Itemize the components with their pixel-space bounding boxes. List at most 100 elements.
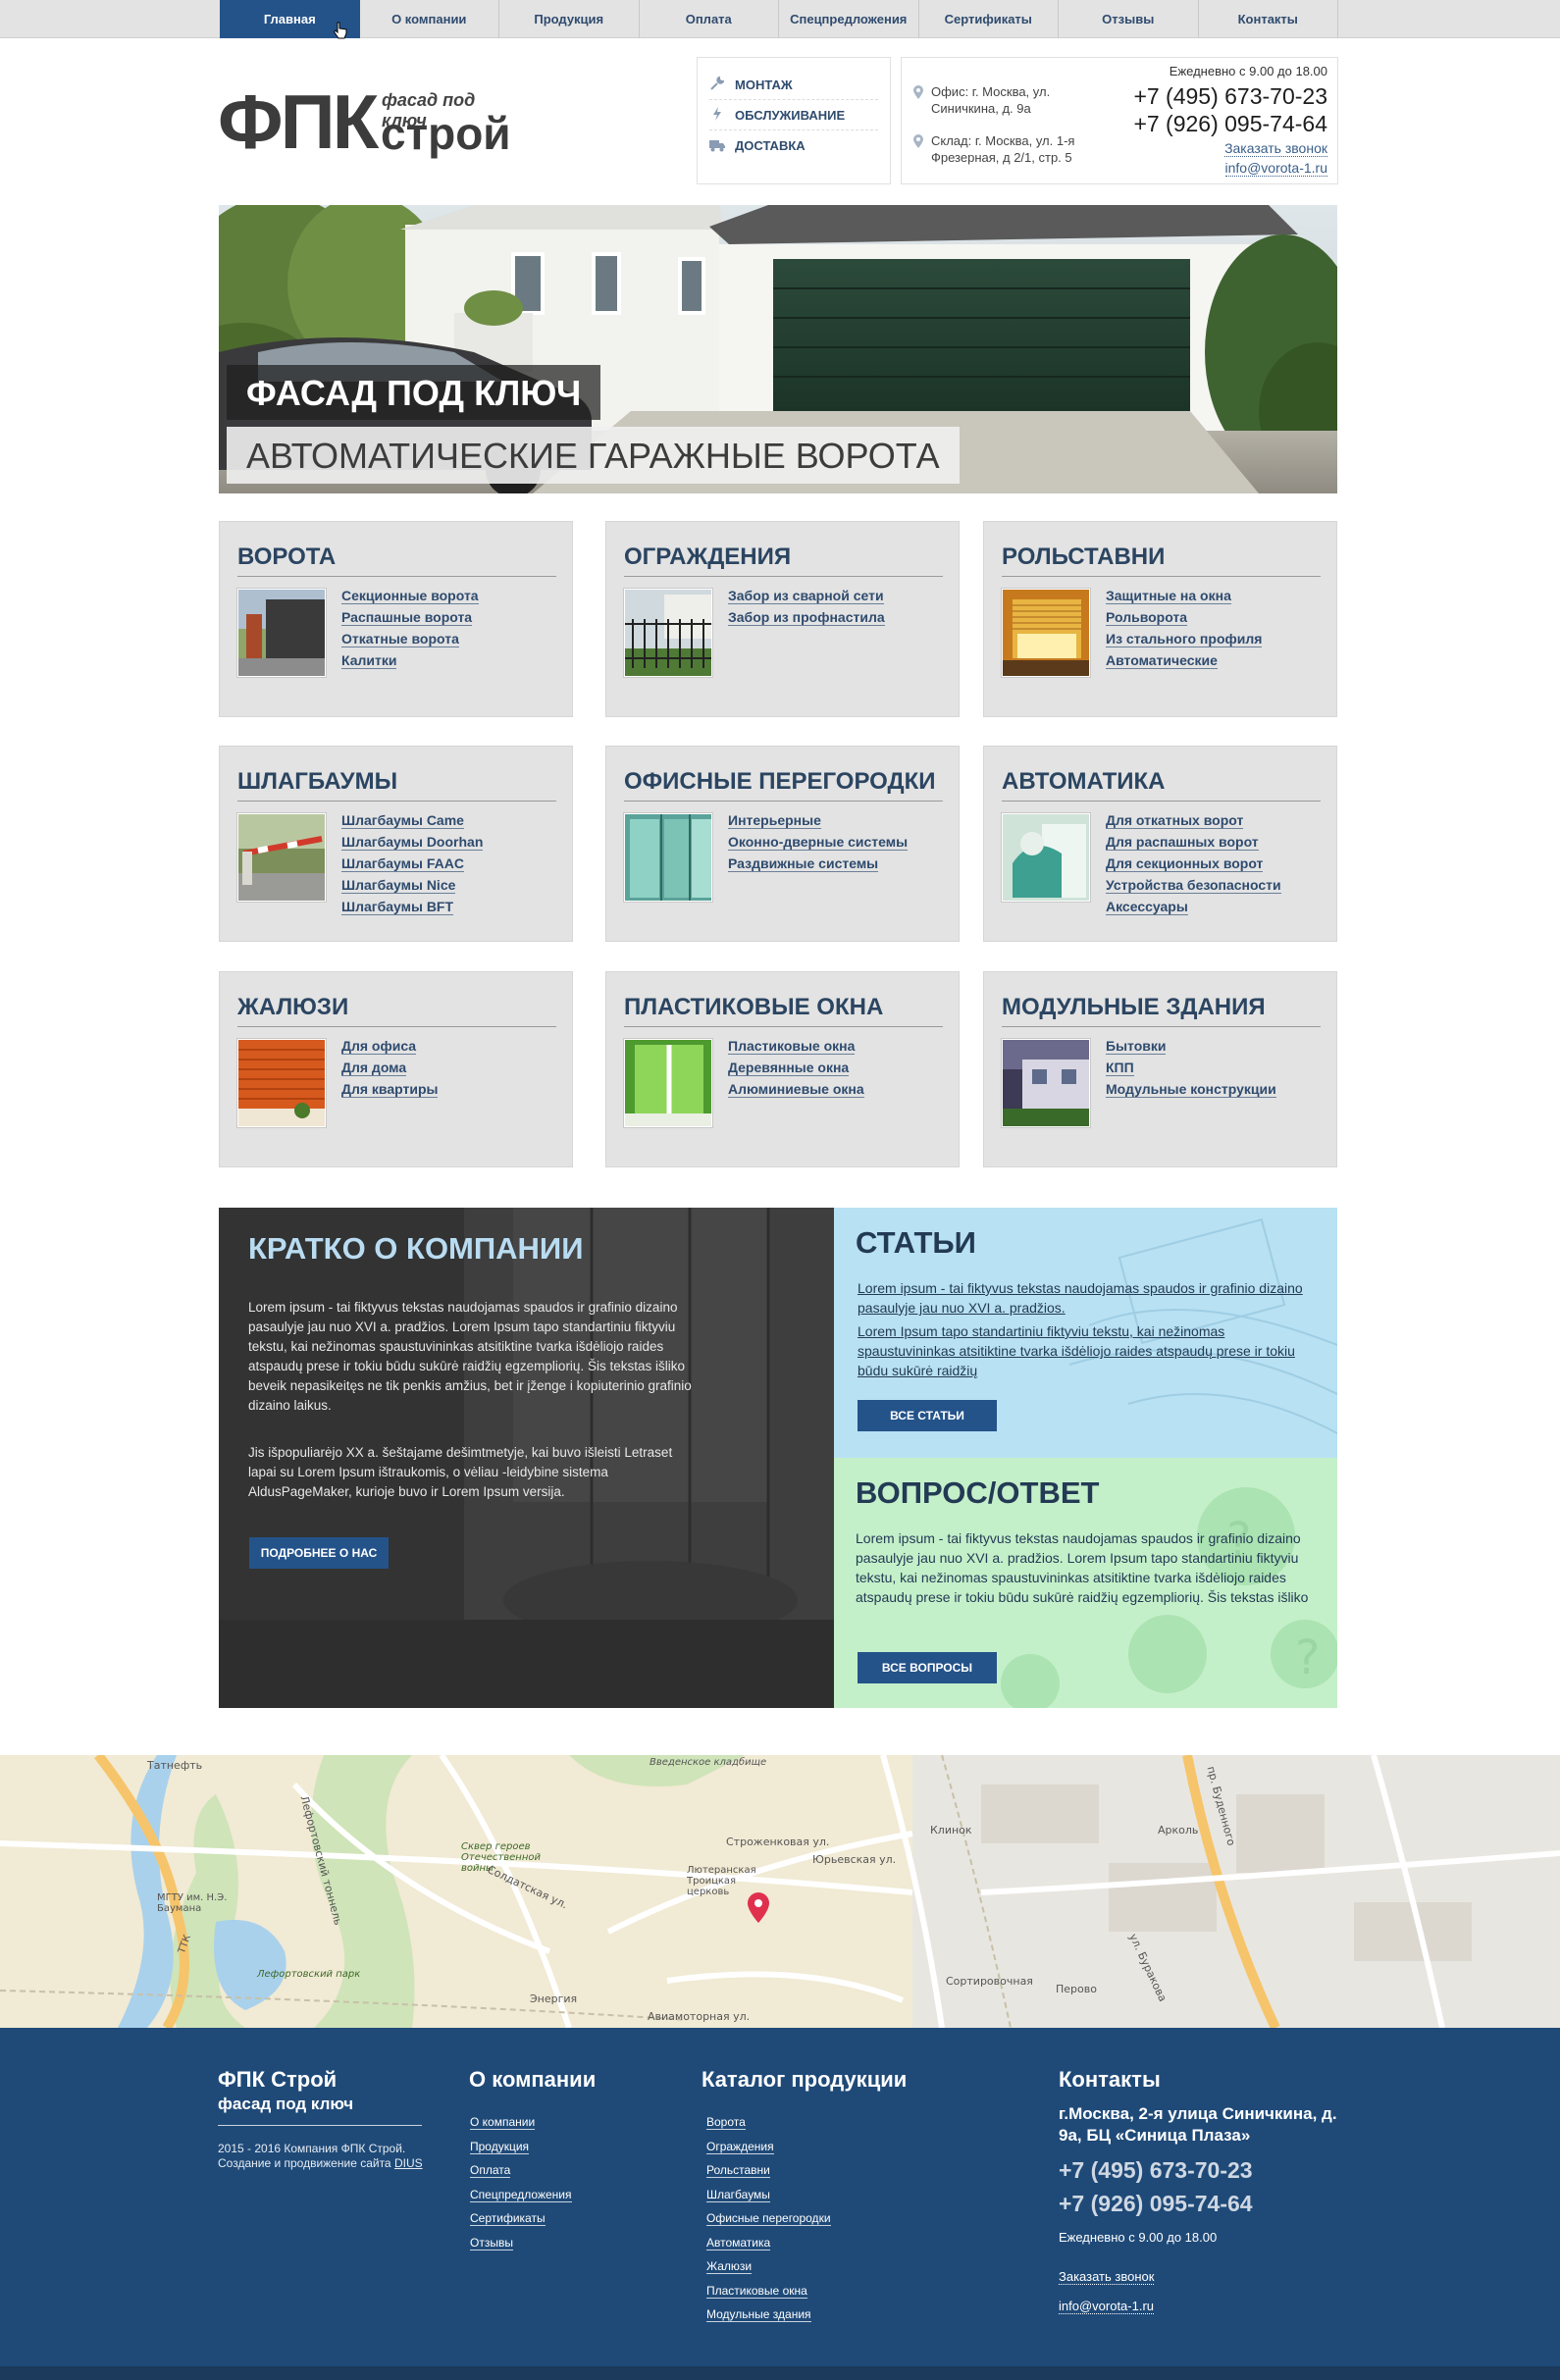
map-label: Энергия: [530, 1992, 578, 2005]
category-link[interactable]: Шлагбаумы Doorhan: [341, 831, 484, 853]
map-label: Лефортовский парк: [257, 1969, 361, 1980]
footer-link[interactable]: О компании: [470, 2110, 572, 2135]
service-installation[interactable]: МОНТАЖ: [709, 70, 878, 100]
category-link[interactable]: Шлагбаумы Nice: [341, 874, 483, 896]
category-link[interactable]: Шлагбаумы Came: [341, 809, 483, 831]
category-link[interactable]: КПП: [1106, 1057, 1276, 1078]
category-link[interactable]: Шлагбаумы FAAC: [341, 853, 483, 874]
email-link[interactable]: info@vorota-1.ru: [1224, 160, 1327, 177]
category-link[interactable]: Для распашных ворот: [1106, 831, 1281, 853]
phone-primary[interactable]: +7 (495) 673-70-23: [1133, 83, 1327, 110]
category-title[interactable]: ШЛАГБАУМЫ: [237, 764, 556, 802]
footer-link[interactable]: Рольставни: [706, 2158, 831, 2183]
category-image-gates[interactable]: [237, 589, 326, 677]
category-link[interactable]: Устройства безопасности: [1106, 874, 1281, 896]
category-title[interactable]: РОЛЬСТАВНИ: [1002, 540, 1321, 577]
category-link[interactable]: Забор из профнастила: [728, 606, 885, 628]
category-link[interactable]: Распашные ворота: [341, 606, 479, 628]
category-link[interactable]: Защитные на окна: [1106, 585, 1262, 606]
category-link[interactable]: Для офиса: [341, 1035, 438, 1057]
category-title[interactable]: ОГРАЖДЕНИЯ: [624, 540, 943, 577]
category-link[interactable]: Бытовки: [1106, 1035, 1276, 1057]
footer-link[interactable]: Жалюзи: [706, 2254, 831, 2279]
category-title[interactable]: МОДУЛЬНЫЕ ЗДАНИЯ: [1002, 990, 1321, 1027]
footer-link[interactable]: Спецпредложения: [470, 2183, 572, 2207]
footer-request-call-link[interactable]: Заказать звонок: [1059, 2269, 1155, 2285]
nav-item-contacts[interactable]: Контакты: [1199, 0, 1338, 38]
category-image-shutters[interactable]: [1002, 589, 1090, 677]
nav-item-reviews[interactable]: Отзывы: [1059, 0, 1199, 38]
service-delivery-label: ДОСТАВКА: [735, 138, 806, 153]
footer-copyright: 2015 - 2016 Компания ФПК Строй. Создание…: [218, 2142, 423, 2171]
category-title[interactable]: ВОРОТА: [237, 540, 556, 577]
phone-secondary[interactable]: +7 (926) 095-74-64: [1133, 111, 1327, 137]
footer-link[interactable]: Шлагбаумы: [706, 2183, 831, 2207]
category-title[interactable]: ОФИСНЫЕ ПЕРЕГОРОДКИ: [624, 764, 943, 802]
footer-phone-secondary[interactable]: +7 (926) 095-74-64: [1059, 2191, 1253, 2217]
all-questions-button[interactable]: ВСЕ ВОПРОСЫ: [858, 1652, 997, 1683]
footer-link[interactable]: Продукция: [470, 2135, 572, 2159]
service-maintenance-label: ОБСЛУЖИВАНИЕ: [735, 107, 846, 123]
footer-link[interactable]: Автоматика: [706, 2231, 831, 2255]
footer-link[interactable]: Сертификаты: [470, 2206, 572, 2231]
footer-phone-primary[interactable]: +7 (495) 673-70-23: [1059, 2157, 1253, 2184]
footer-link[interactable]: Модульные здания: [706, 2302, 831, 2327]
warehouse-address: Склад: г. Москва, ул. 1-я Фрезерная, д 2…: [911, 132, 1118, 166]
footer-link[interactable]: Офисные перегородки: [706, 2206, 831, 2231]
nav-item-products[interactable]: Продукция: [499, 0, 640, 38]
category-image-blinds[interactable]: [237, 1039, 326, 1127]
category-title[interactable]: ПЛАСТИКОВЫЕ ОКНА: [624, 990, 943, 1027]
service-maintenance[interactable]: ОБСЛУЖИВАНИЕ: [709, 100, 878, 130]
all-articles-button[interactable]: ВСЕ СТАТЬИ: [858, 1400, 997, 1431]
nav-item-payment[interactable]: Оплата: [640, 0, 779, 38]
more-about-button[interactable]: ПОДРОБНЕЕ О НАС: [249, 1537, 389, 1569]
footer-email-link[interactable]: info@vorota-1.ru: [1059, 2299, 1155, 2314]
category-link[interactable]: Интерьерные: [728, 809, 908, 831]
category-image-modular-buildings[interactable]: [1002, 1039, 1090, 1127]
category-links: Секционные ворота Распашные ворота Откат…: [341, 585, 479, 671]
location-map[interactable]: Татнефть МГТУ им. Н.Э. Баумана Лефортовс…: [0, 1755, 1560, 2028]
article-link[interactable]: Lorem ipsum - tai fiktyvus tekstas naudo…: [858, 1278, 1309, 1318]
nav-item-special-offers[interactable]: Спецпредложения: [779, 0, 919, 38]
category-link[interactable]: Пластиковые окна: [728, 1035, 864, 1057]
category-image-office-partitions[interactable]: [624, 813, 712, 902]
category-link[interactable]: Откатные ворота: [341, 628, 479, 649]
site-logo[interactable]: ФПК фасад под ключ строй: [218, 82, 512, 171]
request-call-link[interactable]: Заказать звонок: [1224, 140, 1327, 157]
category-link[interactable]: Для секционных ворот: [1106, 853, 1281, 874]
footer-link[interactable]: Ворота: [706, 2110, 831, 2135]
footer-link[interactable]: Пластиковые окна: [706, 2279, 831, 2303]
category-link[interactable]: Для квартиры: [341, 1078, 439, 1100]
category-link[interactable]: Для откатных ворот: [1106, 809, 1281, 831]
nav-item-about[interactable]: О компании: [360, 0, 499, 38]
category-link[interactable]: Забор из сварной сети: [728, 585, 885, 606]
category-image-plastic-windows[interactable]: [624, 1039, 712, 1127]
category-link[interactable]: Секционные ворота: [341, 585, 479, 606]
map-label: Строженковая ул.: [726, 1836, 830, 1848]
category-link[interactable]: Автоматические: [1106, 649, 1262, 671]
developer-link[interactable]: DIUS: [394, 2156, 423, 2170]
category-link[interactable]: Калитки: [341, 649, 479, 671]
category-link[interactable]: Оконно-дверные системы: [728, 831, 909, 853]
office-address-text: Офис: г. Москва, ул. Синичкина, д. 9а: [931, 84, 1051, 116]
category-link[interactable]: Рольворота: [1106, 606, 1262, 628]
category-title[interactable]: АВТОМАТИКА: [1002, 764, 1321, 802]
category-link[interactable]: Из стального профиля: [1106, 628, 1263, 649]
service-delivery[interactable]: ДОСТАВКА: [709, 130, 878, 161]
category-link[interactable]: Аксессуары: [1106, 896, 1281, 917]
category-image-barriers[interactable]: [237, 813, 326, 902]
footer-link[interactable]: Оплата: [470, 2158, 572, 2183]
category-link[interactable]: Алюминиевые окна: [728, 1078, 864, 1100]
category-link[interactable]: Шлагбаумы BFT: [341, 896, 483, 917]
category-link[interactable]: Деревянные окна: [728, 1057, 864, 1078]
category-link[interactable]: Модульные конструкции: [1106, 1078, 1276, 1100]
category-image-fences[interactable]: [624, 589, 712, 677]
footer-link[interactable]: Ограждения: [706, 2135, 831, 2159]
category-link[interactable]: Для дома: [341, 1057, 438, 1078]
article-link[interactable]: Lorem Ipsum tapo standartiniu fiktyviu t…: [858, 1321, 1309, 1380]
category-link[interactable]: Раздвижные системы: [728, 853, 908, 874]
category-title[interactable]: ЖАЛЮЗИ: [237, 990, 556, 1027]
nav-item-certificates[interactable]: Сертификаты: [919, 0, 1059, 38]
category-image-automation[interactable]: [1002, 813, 1090, 902]
footer-link[interactable]: Отзывы: [470, 2231, 572, 2255]
